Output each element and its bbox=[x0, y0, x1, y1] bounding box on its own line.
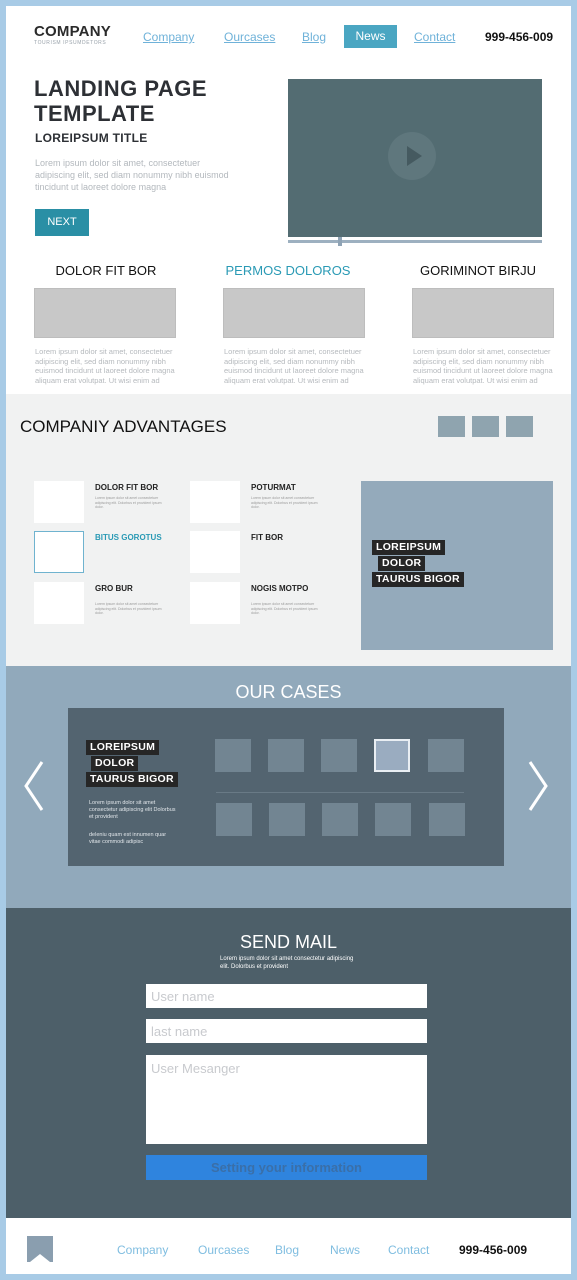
advantage-icon-selected[interactable] bbox=[34, 531, 84, 573]
advantage-title[interactable]: BITUS GOROTUS bbox=[95, 533, 162, 542]
case-thumbnail[interactable] bbox=[428, 739, 464, 772]
chevron-left-icon[interactable] bbox=[22, 758, 46, 814]
tag-label: DOLOR bbox=[378, 556, 426, 571]
advantage-text: Lorem ipsum dolor sit amet consectetuer … bbox=[251, 496, 318, 509]
send-mail-subtitle: Lorem ipsum dolor sit amet consectetur a… bbox=[220, 956, 354, 970]
tag-label: TAURUS BIGOR bbox=[372, 572, 464, 587]
case-thumbnail[interactable] bbox=[321, 739, 357, 772]
tag-label: LOREIPSUM bbox=[372, 540, 446, 555]
case-thumbnail[interactable] bbox=[216, 803, 252, 836]
user-name-input[interactable] bbox=[146, 984, 427, 1008]
advantages-nav-square[interactable] bbox=[438, 416, 465, 437]
advantage-title: DOLOR FIT BOR bbox=[95, 483, 159, 492]
advantage-text: Lorem ipsum dolor sit amet consectetuer … bbox=[95, 496, 162, 509]
advantage-title: NOGIS MOTPO bbox=[251, 584, 309, 593]
advantages-nav-square[interactable] bbox=[472, 416, 499, 437]
send-mail-title: SEND MAIL bbox=[239, 932, 338, 952]
advantage-icon bbox=[190, 531, 240, 573]
feature-text: Lorem ipsum dolor sit amet, consectetuer… bbox=[35, 347, 175, 385]
advantages-title: COMPANIY ADVANTAGES bbox=[20, 417, 227, 436]
nav-company[interactable]: Company bbox=[143, 30, 194, 44]
video-progress-handle[interactable] bbox=[338, 237, 342, 246]
company-tagline: TOURISM IPSUMDETORS bbox=[34, 40, 107, 46]
last-name-input[interactable] bbox=[146, 1019, 427, 1043]
feature-title: GORIMINOT BIRJU bbox=[419, 263, 537, 278]
cases-title: OUR CASES bbox=[235, 682, 342, 702]
feature-image bbox=[223, 288, 365, 338]
case-thumbnail-selected[interactable] bbox=[374, 739, 410, 772]
advantage-text: Lorem ipsum dolor sit amet consectetuer … bbox=[95, 602, 162, 615]
feature-image bbox=[34, 288, 176, 338]
play-icon[interactable] bbox=[388, 132, 436, 180]
next-button[interactable]: NEXT bbox=[35, 209, 89, 236]
advantage-title: FIT BOR bbox=[251, 533, 283, 542]
nav-blog[interactable]: Blog bbox=[302, 30, 326, 44]
feature-text: Lorem ipsum dolor sit amet, consectetuer… bbox=[413, 347, 553, 385]
message-input[interactable] bbox=[146, 1055, 427, 1144]
chevron-right-icon[interactable] bbox=[526, 758, 550, 814]
case-divider bbox=[216, 792, 464, 793]
footer-nav-blog[interactable]: Blog bbox=[275, 1243, 299, 1257]
tag-label: LOREIPSUM bbox=[86, 740, 160, 755]
tag-label: TAURUS BIGOR bbox=[86, 772, 178, 787]
page-frame: COMPANY TOURISM IPSUMDETORS Company Ourc… bbox=[6, 6, 571, 1274]
hero-subtitle: LOREIPSUM TITLE bbox=[35, 131, 148, 145]
feature-title: DOLOR FIT BOR bbox=[55, 263, 157, 278]
case-text: Lorem ipsum dolor sit amet consectetur a… bbox=[89, 800, 176, 820]
advantage-text: Lorem ipsum dolor sit amet consectetuer … bbox=[251, 602, 318, 615]
case-thumbnail[interactable] bbox=[375, 803, 411, 836]
feature-text: Lorem ipsum dolor sit amet, consectetuer… bbox=[224, 347, 364, 385]
footer-nav-news[interactable]: News bbox=[330, 1243, 360, 1257]
video-progress-bar[interactable] bbox=[288, 240, 542, 243]
case-thumbnail[interactable] bbox=[429, 803, 465, 836]
footer-logo-icon[interactable] bbox=[27, 1236, 53, 1262]
case-thumbnail[interactable] bbox=[268, 739, 304, 772]
feature-title[interactable]: PERMOS DOLOROS bbox=[213, 263, 363, 278]
hero-title-line2: TEMPLATE bbox=[34, 101, 155, 126]
advantage-title: POTURMAT bbox=[251, 483, 296, 492]
hero-title-line1: LANDING PAGE bbox=[34, 76, 208, 101]
advantage-icon bbox=[190, 582, 240, 624]
feature-image bbox=[412, 288, 554, 338]
footer-nav-contact[interactable]: Contact bbox=[388, 1243, 429, 1257]
footer-nav-ourcases[interactable]: Ourcases bbox=[198, 1243, 249, 1257]
company-logo[interactable]: COMPANY bbox=[34, 23, 111, 40]
nav-ourcases[interactable]: Ourcases bbox=[224, 30, 275, 44]
advantage-icon bbox=[34, 582, 84, 624]
nav-contact[interactable]: Contact bbox=[414, 30, 455, 44]
footer-phone: 999-456-009 bbox=[459, 1243, 528, 1257]
submit-button[interactable]: Setting your information bbox=[146, 1155, 427, 1180]
advantage-title: GRO BUR bbox=[95, 584, 133, 593]
case-thumbnail[interactable] bbox=[215, 739, 251, 772]
advantage-icon bbox=[190, 481, 240, 523]
advantage-icon bbox=[34, 481, 84, 523]
hero-title: LANDING PAGE TEMPLATE bbox=[34, 76, 254, 126]
case-thumbnail[interactable] bbox=[269, 803, 305, 836]
advantages-nav-square[interactable] bbox=[506, 416, 533, 437]
header-phone: 999-456-009 bbox=[485, 30, 554, 44]
case-text: deleniu quam est innumen quar vitae comm… bbox=[89, 832, 167, 845]
case-thumbnail[interactable] bbox=[322, 803, 358, 836]
footer-nav-company[interactable]: Company bbox=[117, 1243, 168, 1257]
tag-label: DOLOR bbox=[91, 756, 139, 771]
nav-news[interactable]: News bbox=[344, 25, 397, 48]
hero-text: Lorem ipsum dolor sit amet, consectetuer… bbox=[35, 158, 229, 192]
